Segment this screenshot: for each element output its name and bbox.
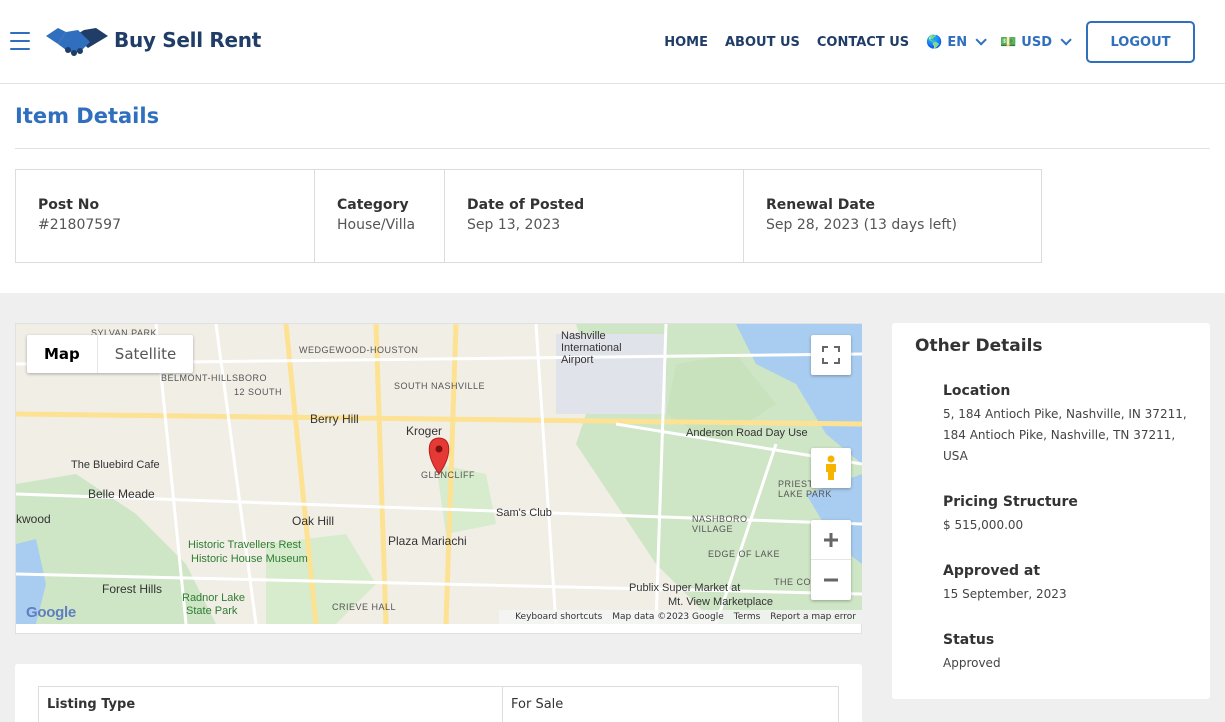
google-map[interactable]: SYLVAN PARK WEDGEWOOD-HOUSTON BELMONT-HI…: [16, 324, 862, 624]
detail-status: Status Approved: [943, 632, 1188, 674]
summary-renewal-date: Renewal Date Sep 28, 2023 (13 days left): [744, 170, 1041, 262]
brand-name: Buy Sell Rent: [114, 28, 261, 52]
map-place-label: Historic House Museum: [191, 553, 308, 565]
report-error-link[interactable]: Report a map error: [770, 612, 856, 622]
google-logo[interactable]: Google: [26, 604, 76, 621]
detail-value: Approved: [943, 656, 1001, 670]
map-card: SYLVAN PARK WEDGEWOOD-HOUSTON BELMONT-HI…: [15, 323, 862, 634]
map-place-label: Nashville International Airport: [561, 330, 622, 366]
money-icon: 💵: [1000, 34, 1017, 50]
map-footer: Keyboard shortcuts Map data ©2023 Google…: [499, 610, 862, 624]
detail-label: Pricing Structure: [943, 494, 1078, 510]
detail-label: Status: [943, 632, 995, 648]
currency-code: USD: [1021, 34, 1052, 50]
map-place-label: Belle Meade: [88, 487, 155, 501]
detail-value: 15 September, 2023: [943, 587, 1067, 601]
map-place-label: Berry Hill: [310, 412, 359, 426]
listing-details-card: Listing Type For Sale: [15, 664, 862, 722]
main-nav: HOME ABOUT US CONTACT US 🌎 EN 💵 USD LOGO…: [647, 21, 1195, 63]
divider: [15, 148, 1210, 149]
table-row: Listing Type For Sale: [38, 686, 839, 722]
summary-date-posted: Date of Posted Sep 13, 2023: [445, 170, 744, 262]
language-code: EN: [947, 34, 968, 50]
map-place-label: Forest Hills: [102, 582, 163, 596]
detail-label: Approved at: [943, 563, 1041, 579]
logout-button[interactable]: LOGOUT: [1086, 21, 1195, 63]
summary-category: Category House/Villa: [315, 170, 445, 262]
terms-link[interactable]: Terms: [734, 612, 761, 622]
summary-value: Sep 13, 2023: [467, 217, 561, 233]
detail-location: Location 5, 184 Antioch Pike, Nashville,…: [943, 383, 1188, 467]
item-summary-section: Item Details Post No #21807597 Category …: [0, 84, 1225, 293]
other-details-card: Other Details Location 5, 184 Antioch Pi…: [892, 323, 1210, 699]
map-place-label: Historic Travellers Rest: [188, 539, 302, 551]
handshake-icon: [46, 28, 108, 56]
currency-selector[interactable]: 💵 USD: [1000, 34, 1072, 50]
street-view-pegman-icon[interactable]: [811, 448, 851, 488]
map-place-label: Mt. View Marketplace: [668, 596, 773, 608]
nav-contact[interactable]: CONTACT US: [817, 35, 909, 50]
keyboard-shortcuts-link[interactable]: Keyboard shortcuts: [515, 612, 602, 622]
listing-table: Listing Type For Sale: [38, 686, 839, 722]
map-place-label: EDGE OF LAKE: [708, 549, 781, 559]
map-place-label: SOUTH NASHVILLE: [394, 381, 486, 391]
map-place-label: State Park: [186, 605, 238, 617]
nav-home[interactable]: HOME: [664, 35, 708, 50]
page-title: Item Details: [15, 104, 160, 128]
summary-table: Post No #21807597 Category House/Villa D…: [15, 169, 1042, 263]
summary-label: Renewal Date: [766, 197, 876, 213]
language-selector[interactable]: 🌎 EN: [926, 34, 987, 50]
map-place-label: 12 SOUTH: [234, 387, 283, 397]
menu-icon[interactable]: [10, 32, 30, 50]
fullscreen-icon[interactable]: [811, 335, 851, 375]
map-type-toggle: Map Satellite: [27, 335, 194, 373]
map-place-label: Anderson Road Day Use: [686, 427, 808, 439]
map-place-label: CRIEVE HALL: [332, 602, 397, 612]
detail-value: $ 515,000.00: [943, 518, 1024, 532]
summary-post-no: Post No #21807597: [16, 170, 315, 262]
listing-type-label: Listing Type: [38, 686, 503, 722]
map-place-label: Kroger: [406, 424, 443, 438]
chevron-down-icon: [1060, 34, 1072, 46]
summary-label: Category: [337, 197, 409, 213]
summary-value: #21807597: [38, 217, 121, 233]
zoom-out-icon[interactable]: [811, 560, 851, 600]
summary-value: House/Villa: [337, 217, 416, 233]
detail-approved-at: Approved at 15 September, 2023: [943, 563, 1188, 605]
map-data-text: Map data ©2023 Google: [612, 612, 724, 622]
zoom-in-icon[interactable]: [811, 520, 851, 560]
map-place-label: Radnor Lake: [182, 592, 245, 604]
detail-pricing: Pricing Structure $ 515,000.00: [943, 494, 1188, 536]
detail-label: Location: [943, 383, 1011, 399]
zoom-controls: [811, 520, 851, 600]
map-type-map-button[interactable]: Map: [27, 335, 98, 373]
map-type-satellite-button[interactable]: Satellite: [98, 335, 193, 373]
detail-value: 5, 184 Antioch Pike, Nashville, IN 37211…: [943, 407, 1187, 463]
map-place-label: NASHBORO VILLAGE: [692, 514, 748, 534]
brand-logo[interactable]: Buy Sell Rent: [44, 18, 261, 62]
summary-value: Sep 28, 2023 (13 days left): [766, 217, 957, 233]
map-place-label: kwood: [16, 512, 51, 526]
map-place-label: Publix Super Market at: [629, 582, 741, 594]
nav-about[interactable]: ABOUT US: [725, 35, 800, 50]
map-place-label: Plaza Mariachi: [388, 534, 467, 548]
summary-label: Post No: [38, 197, 100, 213]
summary-label: Date of Posted: [467, 197, 585, 213]
chevron-down-icon: [975, 34, 987, 46]
site-header: Buy Sell Rent HOME ABOUT US CONTACT US 🌎…: [0, 0, 1225, 84]
map-place-label: GLENCLIFF: [421, 470, 476, 480]
map-place-label: Sam's Club: [496, 507, 552, 519]
map-place-label: WEDGEWOOD-HOUSTON: [299, 345, 419, 355]
globe-icon: 🌎: [926, 34, 943, 50]
map-place-label: BELMONT-HILLSBORO: [161, 373, 268, 383]
other-details-title: Other Details: [915, 336, 1043, 356]
map-place-label: Oak Hill: [292, 514, 335, 528]
listing-type-value: For Sale: [502, 686, 839, 722]
map-place-label: The Bluebird Cafe: [71, 459, 160, 471]
